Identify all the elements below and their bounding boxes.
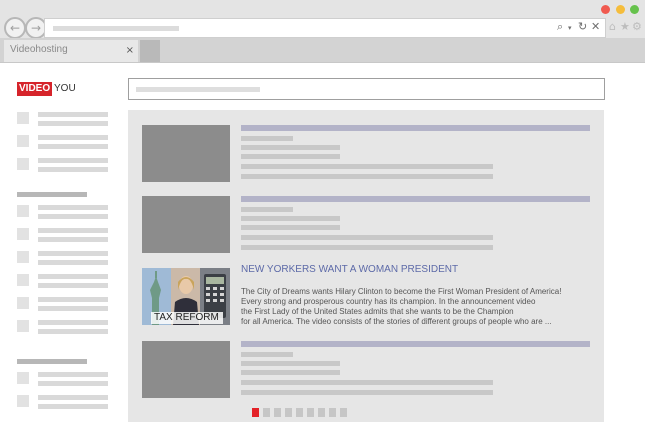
sidebar-item[interactable] bbox=[38, 205, 108, 210]
text-placeholder bbox=[241, 225, 340, 230]
sidebar-item[interactable] bbox=[38, 306, 108, 311]
back-arrow-icon: ← bbox=[9, 21, 21, 35]
stop-icon[interactable]: ✕ bbox=[591, 21, 600, 33]
sidebar-item[interactable] bbox=[38, 135, 108, 140]
sidebar-item-icon bbox=[17, 274, 29, 286]
video-thumbnail[interactable] bbox=[142, 341, 230, 398]
tab-videohosting[interactable]: Videohosting × bbox=[4, 40, 138, 62]
video-title-placeholder[interactable] bbox=[241, 196, 590, 202]
logo-you-text: YOU bbox=[54, 83, 76, 94]
url-placeholder-line bbox=[53, 26, 179, 31]
sidebar-item-icon bbox=[17, 372, 29, 384]
sidebar-item[interactable] bbox=[38, 228, 108, 233]
description-line: for all America. The video consists of t… bbox=[241, 317, 552, 326]
new-tab-button[interactable] bbox=[140, 40, 160, 62]
text-placeholder bbox=[241, 370, 340, 375]
description-line: The City of Dreams wants Hilary Clinton … bbox=[241, 287, 562, 296]
sidebar-item-icon bbox=[17, 297, 29, 309]
search-placeholder-line bbox=[136, 87, 260, 92]
text-placeholder bbox=[241, 145, 340, 150]
gear-icon[interactable]: ⚙ bbox=[632, 21, 642, 33]
text-placeholder bbox=[241, 380, 493, 385]
close-window-button[interactable] bbox=[601, 5, 610, 14]
reload-icon[interactable]: ↻ bbox=[578, 21, 587, 33]
sidebar-item[interactable] bbox=[38, 283, 108, 288]
logo-video-text: VIDEO bbox=[17, 82, 53, 96]
pagination-page-9[interactable] bbox=[340, 408, 347, 417]
text-placeholder bbox=[241, 164, 493, 169]
thumbnail-caption: TAX REFORM bbox=[154, 312, 219, 323]
sidebar-item-icon bbox=[17, 112, 29, 124]
sidebar-item[interactable] bbox=[38, 260, 108, 265]
sidebar-item[interactable] bbox=[38, 112, 108, 117]
sidebar-item[interactable] bbox=[38, 144, 108, 149]
pagination-page-8[interactable] bbox=[329, 408, 336, 417]
sidebar-section-heading bbox=[17, 359, 87, 364]
maximize-window-button[interactable] bbox=[630, 5, 639, 14]
sidebar-item[interactable] bbox=[38, 297, 108, 302]
sidebar-item[interactable] bbox=[38, 237, 108, 242]
text-placeholder bbox=[241, 216, 340, 221]
pagination-page-6[interactable] bbox=[307, 408, 314, 417]
text-placeholder bbox=[241, 245, 493, 250]
search-input[interactable] bbox=[128, 78, 605, 100]
text-placeholder bbox=[241, 174, 493, 179]
sidebar-section-heading bbox=[17, 192, 87, 197]
close-tab-icon[interactable]: × bbox=[126, 45, 134, 56]
video-thumbnail[interactable] bbox=[142, 125, 230, 182]
video-title[interactable]: NEW YORKERS WANT A WOMAN PRESIDENT bbox=[241, 264, 458, 275]
forward-arrow-icon: → bbox=[30, 21, 42, 35]
text-placeholder bbox=[241, 352, 293, 357]
sidebar-item[interactable] bbox=[38, 329, 108, 334]
sidebar-item[interactable] bbox=[38, 251, 108, 256]
sidebar-item[interactable] bbox=[38, 167, 108, 172]
video-thumbnail-news[interactable]: TAX REFORM bbox=[142, 268, 230, 325]
text-placeholder bbox=[241, 361, 340, 366]
pagination-page-1[interactable] bbox=[252, 408, 259, 417]
sidebar-item[interactable] bbox=[38, 214, 108, 219]
pagination-page-7[interactable] bbox=[318, 408, 325, 417]
sidebar-item-icon bbox=[17, 158, 29, 170]
sidebar-item[interactable] bbox=[38, 395, 108, 400]
sidebar-item[interactable] bbox=[38, 158, 108, 163]
description-line: the First Lady of the United States admi… bbox=[241, 307, 514, 316]
text-placeholder bbox=[241, 390, 493, 395]
star-icon[interactable]: ★ bbox=[620, 21, 630, 33]
search-icon[interactable]: ⌕ bbox=[557, 21, 563, 33]
sidebar-item-icon bbox=[17, 395, 29, 407]
sidebar-item[interactable] bbox=[38, 274, 108, 279]
text-placeholder bbox=[241, 136, 293, 141]
sidebar-item[interactable] bbox=[38, 372, 108, 377]
video-description: The City of Dreams wants Hilary Clinton … bbox=[241, 287, 591, 327]
text-placeholder bbox=[241, 154, 340, 159]
pagination-page-4[interactable] bbox=[285, 408, 292, 417]
video-thumbnail[interactable] bbox=[142, 196, 230, 253]
sidebar-item[interactable] bbox=[38, 381, 108, 386]
sidebar-item-icon bbox=[17, 135, 29, 147]
pagination-page-2[interactable] bbox=[263, 408, 270, 417]
chevron-down-icon[interactable]: ▾ bbox=[568, 22, 572, 34]
tab-label: Videohosting bbox=[10, 44, 68, 55]
sidebar-item-icon bbox=[17, 320, 29, 332]
back-button[interactable]: ← bbox=[4, 17, 26, 39]
pagination-page-5[interactable] bbox=[296, 408, 303, 417]
minimize-window-button[interactable] bbox=[616, 5, 625, 14]
sidebar-item-icon bbox=[17, 205, 29, 217]
description-line: Every strong and prosperous country has … bbox=[241, 297, 536, 306]
sidebar-item[interactable] bbox=[38, 404, 108, 409]
video-title-placeholder[interactable] bbox=[241, 125, 590, 131]
sidebar-item[interactable] bbox=[38, 320, 108, 325]
video-title-placeholder[interactable] bbox=[241, 341, 590, 347]
sidebar-item-icon bbox=[17, 228, 29, 240]
text-placeholder bbox=[241, 235, 493, 240]
address-bar[interactable] bbox=[44, 18, 606, 38]
text-placeholder bbox=[241, 207, 293, 212]
sidebar-item[interactable] bbox=[38, 121, 108, 126]
sidebar-item-icon bbox=[17, 251, 29, 263]
pagination-page-3[interactable] bbox=[274, 408, 281, 417]
home-icon[interactable]: ⌂ bbox=[609, 21, 616, 33]
